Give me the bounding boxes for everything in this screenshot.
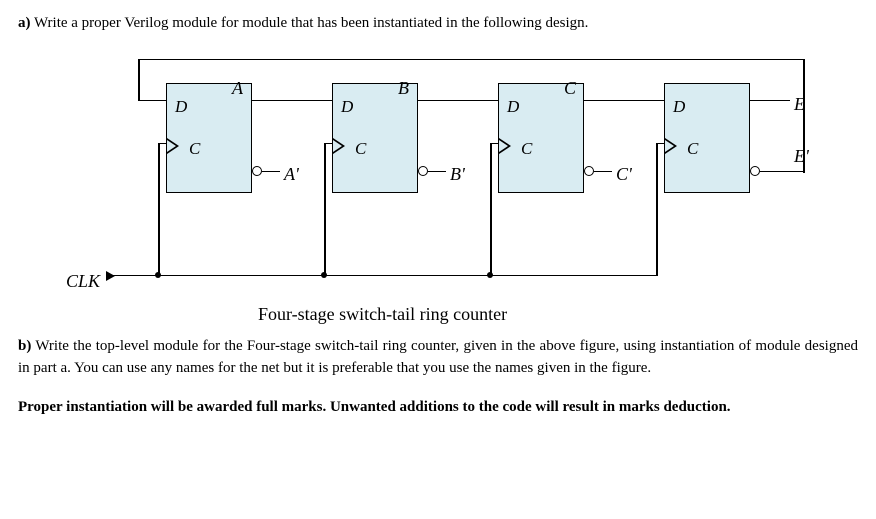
- clock-triangle-icon: [167, 138, 179, 154]
- part-a-text: Write a proper Verilog module for module…: [34, 15, 588, 31]
- pin-c-label: C: [521, 136, 532, 162]
- junction-dot-icon: [155, 272, 161, 278]
- grading-note: Proper instantiation will be awarded ful…: [18, 396, 858, 419]
- inverter-bubble-icon: [584, 166, 594, 176]
- flipflop-4: D C: [664, 83, 750, 193]
- junction-dot-icon: [321, 272, 327, 278]
- net-b-label: B: [398, 75, 409, 102]
- clk-label: CLK: [66, 268, 100, 295]
- pin-d-label: D: [341, 94, 353, 120]
- net-a-label: A: [232, 75, 243, 102]
- inverter-bubble-icon: [252, 166, 262, 176]
- clock-triangle-icon: [499, 138, 511, 154]
- pin-d-label: D: [507, 94, 519, 120]
- circuit-figure: D C D C D C D C A B C E A' B' C' E': [58, 53, 818, 323]
- net-eprime-label: E': [794, 143, 809, 170]
- net-bprime-label: B': [450, 161, 465, 188]
- clock-triangle-icon: [665, 138, 677, 154]
- part-b-question: b) Write the top-level module for the Fo…: [18, 335, 858, 380]
- clock-triangle-icon: [333, 138, 345, 154]
- inverter-bubble-icon: [750, 166, 760, 176]
- net-e-label: E: [794, 91, 805, 118]
- net-cprime-label: C': [616, 161, 632, 188]
- pin-c-label: C: [189, 136, 200, 162]
- pin-c-label: C: [355, 136, 366, 162]
- part-b-text: Write the top-level module for the Four-…: [18, 338, 858, 377]
- pin-c-label: C: [687, 136, 698, 162]
- net-c-label: C: [564, 75, 576, 102]
- pin-d-label: D: [673, 94, 685, 120]
- pin-d-label: D: [175, 94, 187, 120]
- figure-caption: Four-stage switch-tail ring counter: [258, 301, 507, 328]
- arrow-right-icon: [106, 271, 115, 281]
- part-b-label: b): [18, 338, 31, 354]
- net-aprime-label: A': [284, 161, 299, 188]
- junction-dot-icon: [487, 272, 493, 278]
- part-a-question: a) Write a proper Verilog module for mod…: [18, 12, 858, 35]
- inverter-bubble-icon: [418, 166, 428, 176]
- part-a-label: a): [18, 15, 31, 31]
